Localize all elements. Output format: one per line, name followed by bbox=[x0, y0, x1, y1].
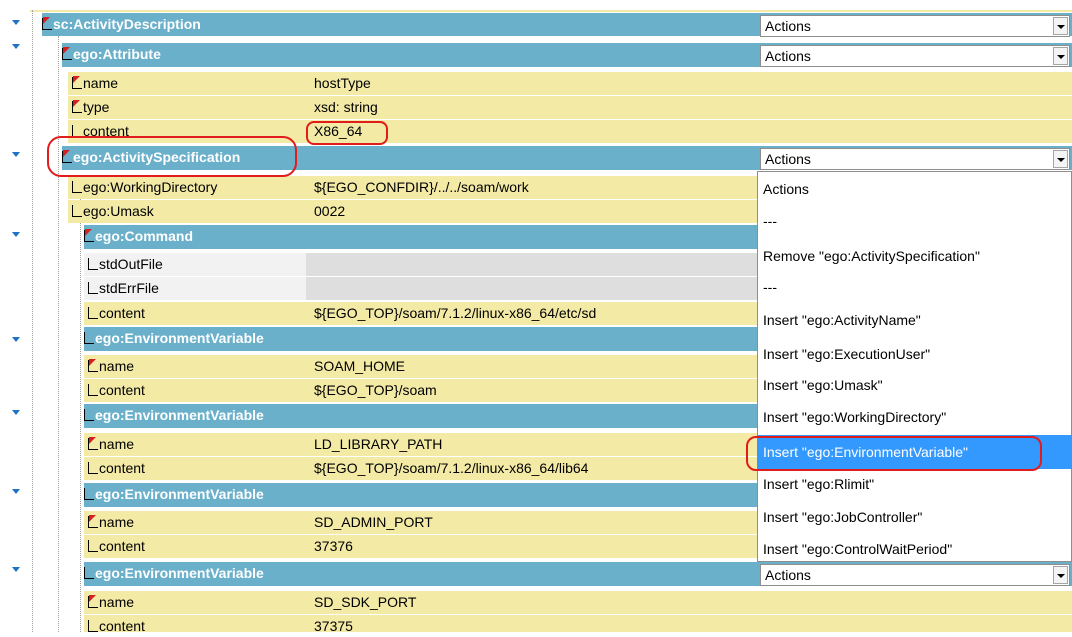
node-marker-icon bbox=[42, 17, 52, 30]
tree-branch-icon bbox=[88, 307, 98, 319]
field-value[interactable]: ${EGO_TOP}/soam/7.1.2/linux-x86_64/lib64 bbox=[314, 457, 588, 479]
menu-separator: --- bbox=[763, 213, 777, 229]
chevron-down-icon[interactable] bbox=[1053, 17, 1068, 35]
annotation-outline bbox=[746, 436, 1042, 471]
chevron-down-icon[interactable] bbox=[1053, 47, 1068, 65]
annotation-outline bbox=[47, 136, 297, 177]
collapse-arrow-icon[interactable] bbox=[12, 152, 20, 157]
menu-item-insert-activity-name[interactable]: Insert "ego:ActivityName" bbox=[763, 312, 921, 328]
collapse-arrow-icon[interactable] bbox=[12, 44, 20, 49]
field-value[interactable]: 37376 bbox=[314, 535, 353, 557]
collapse-arrow-icon[interactable] bbox=[12, 20, 20, 25]
node-marker-icon bbox=[62, 47, 72, 60]
actions-select[interactable]: Actions bbox=[760, 45, 1070, 67]
tree-branch-icon bbox=[88, 384, 98, 396]
menu-item-insert-rlimit[interactable]: Insert "ego:Rlimit" bbox=[763, 476, 874, 492]
tree-guide bbox=[32, 10, 33, 632]
chevron-down-icon[interactable] bbox=[1053, 566, 1068, 584]
actions-select[interactable]: Actions bbox=[760, 564, 1070, 586]
tree-branch-icon bbox=[84, 488, 94, 500]
node-marker-icon bbox=[72, 100, 82, 113]
field-value[interactable]: SOAM_HOME bbox=[314, 355, 405, 377]
field-value[interactable]: ${EGO_TOP}/soam/7.1.2/linux-x86_64/etc/s… bbox=[314, 302, 596, 324]
field-value[interactable]: 0022 bbox=[314, 200, 345, 222]
collapse-arrow-icon[interactable] bbox=[12, 567, 20, 572]
field-value[interactable]: ${EGO_CONFDIR}/../../soam/work bbox=[314, 176, 529, 198]
node-marker-icon bbox=[88, 437, 98, 450]
collapse-arrow-icon[interactable] bbox=[12, 232, 20, 237]
table-row: type xsd: string bbox=[68, 96, 1072, 119]
node-marker-icon bbox=[72, 76, 82, 89]
menu-item-insert-job-controller[interactable]: Insert "ego:JobController" bbox=[763, 509, 922, 525]
table-row: content 37375 bbox=[84, 615, 1072, 634]
chevron-down-icon[interactable] bbox=[1053, 150, 1068, 168]
tree-branch-icon bbox=[84, 409, 94, 421]
node-marker-icon bbox=[88, 595, 98, 608]
tree-branch-icon bbox=[88, 258, 98, 270]
tree-guide bbox=[58, 36, 59, 632]
collapse-arrow-icon[interactable] bbox=[12, 410, 20, 415]
menu-item-insert-control-wait-period[interactable]: Insert "ego:ControlWaitPeriod" bbox=[763, 541, 952, 557]
top-strip bbox=[30, 10, 1072, 12]
tree-branch-icon bbox=[88, 620, 98, 632]
field-value[interactable]: xsd: string bbox=[314, 96, 378, 118]
menu-item-remove[interactable]: Remove "ego:ActivitySpecification" bbox=[763, 248, 980, 264]
table-row: name SD_SDK_PORT bbox=[84, 591, 1072, 614]
field-value[interactable]: SD_ADMIN_PORT bbox=[314, 511, 433, 533]
tree-guide bbox=[80, 180, 81, 632]
collapse-arrow-icon[interactable] bbox=[12, 489, 20, 494]
tree-branch-icon bbox=[88, 540, 98, 552]
collapse-arrow-icon[interactable] bbox=[12, 337, 20, 342]
field-value[interactable]: SD_SDK_PORT bbox=[314, 591, 416, 613]
tree-branch-icon bbox=[84, 567, 94, 579]
node-marker-icon bbox=[84, 229, 94, 242]
annotation-outline bbox=[306, 121, 388, 145]
menu-item-actions[interactable]: Actions bbox=[763, 181, 809, 197]
menu-item-insert-working-directory[interactable]: Insert "ego:WorkingDirectory" bbox=[763, 409, 946, 425]
actions-select[interactable]: Actions bbox=[760, 15, 1070, 37]
node-marker-icon bbox=[88, 515, 98, 528]
tree-branch-icon bbox=[88, 282, 98, 294]
actions-dropdown-menu: Actions --- Remove "ego:ActivitySpecific… bbox=[757, 171, 1072, 562]
tree-branch-icon bbox=[72, 181, 82, 193]
table-row: name hostType bbox=[68, 72, 1072, 95]
tree-branch-icon bbox=[84, 332, 94, 344]
actions-select-open[interactable]: Actions bbox=[760, 148, 1070, 170]
field-value[interactable]: hostType bbox=[314, 72, 371, 94]
field-value[interactable]: LD_LIBRARY_PATH bbox=[314, 433, 442, 455]
tree-branch-icon bbox=[72, 205, 82, 217]
tree-branch-icon bbox=[88, 462, 98, 474]
field-value[interactable]: ${EGO_TOP}/soam bbox=[314, 379, 437, 401]
menu-separator: --- bbox=[763, 279, 777, 295]
field-value[interactable]: 37375 bbox=[314, 615, 353, 637]
menu-item-insert-execution-user[interactable]: Insert "ego:ExecutionUser" bbox=[763, 346, 930, 362]
menu-item-insert-umask[interactable]: Insert "ego:Umask" bbox=[763, 377, 883, 393]
node-marker-icon bbox=[88, 359, 98, 372]
